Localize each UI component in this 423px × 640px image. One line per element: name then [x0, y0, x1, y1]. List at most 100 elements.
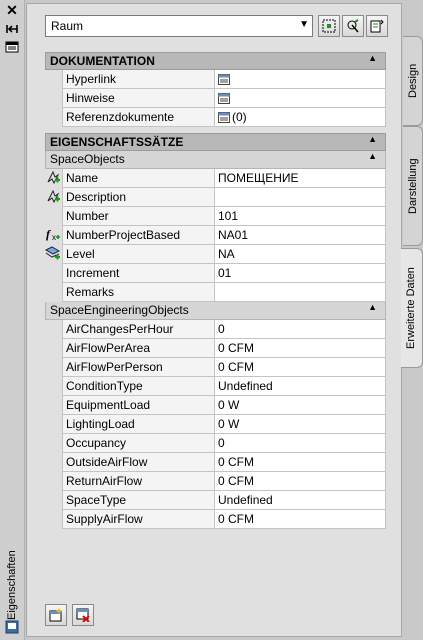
subcategory-spaceengineeringobjects[interactable]: SpaceEngineeringObjects ▲: [45, 302, 386, 320]
property-row[interactable]: SupplyAirFlow 0 CFM: [45, 510, 386, 529]
property-row[interactable]: Level NA: [44, 245, 386, 264]
property-name: SupplyAirFlow: [62, 510, 215, 529]
toolbar: Raum ▼: [45, 15, 391, 39]
property-value[interactable]: Undefined: [215, 491, 386, 510]
property-row[interactable]: fx NumberProjectBased NA01: [45, 226, 386, 245]
palette-title-bar: ✕ Eigenschaften: [0, 0, 25, 640]
property-row[interactable]: AirFlowPerPerson 0 CFM: [45, 358, 386, 377]
tab-darstellung[interactable]: Darstellung: [403, 126, 423, 246]
reference-count: (0): [232, 110, 247, 124]
category-dokumentation[interactable]: DOKUMENTATION ▲: [45, 52, 386, 70]
property-value[interactable]: 0 CFM: [215, 472, 386, 491]
property-name: Number: [62, 207, 215, 226]
property-name: AirFlowPerArea: [62, 339, 215, 358]
select-objects-button[interactable]: [318, 15, 340, 37]
tab-label: Design: [407, 63, 419, 99]
auto-hide-icon[interactable]: [5, 22, 19, 36]
property-value[interactable]: 0 CFM: [215, 339, 386, 358]
property-row[interactable]: Referenzdokumente (0): [45, 108, 386, 127]
property-name: Increment: [62, 264, 215, 283]
property-row[interactable]: AirFlowPerArea 0 CFM: [45, 339, 386, 358]
property-value[interactable]: 0: [215, 434, 386, 453]
chevron-down-icon: ▼: [299, 19, 309, 30]
object-type-value: Raum: [51, 19, 84, 33]
tab-label: Erweiterte Daten: [405, 267, 417, 349]
property-value[interactable]: 01: [215, 264, 386, 283]
notes-icon: [218, 93, 230, 104]
category-title: DOKUMENTATION: [50, 54, 155, 68]
property-row[interactable]: ReturnAirFlow 0 CFM: [45, 472, 386, 491]
close-icon[interactable]: ✕: [5, 3, 19, 17]
property-row[interactable]: Increment 01: [45, 264, 386, 283]
property-name: Description: [62, 188, 215, 207]
property-name: Remarks: [62, 283, 215, 302]
properties-panel: Raum ▼ DOKUMENTATION ▲ Hyperlink Hinweis…: [26, 3, 402, 637]
properties-menu-icon[interactable]: [5, 40, 19, 54]
toggle-pickadd-button[interactable]: [366, 15, 388, 37]
palette-icon: [5, 620, 19, 634]
collapse-icon[interactable]: ▲: [368, 53, 377, 63]
property-name: ConditionType: [62, 377, 215, 396]
palette-title: Eigenschaften: [6, 550, 18, 620]
property-name: AirFlowPerPerson: [62, 358, 215, 377]
property-name: Occupancy: [62, 434, 215, 453]
property-row[interactable]: ConditionType Undefined: [45, 377, 386, 396]
property-row[interactable]: SpaceType Undefined: [45, 491, 386, 510]
quick-select-icon: [347, 19, 359, 33]
property-row[interactable]: Remarks: [45, 283, 386, 302]
property-row[interactable]: Number 101: [45, 207, 386, 226]
property-row[interactable]: Description: [45, 188, 386, 207]
toggle-pickadd-icon: [370, 19, 384, 33]
collapse-icon[interactable]: ▲: [368, 302, 377, 312]
property-value[interactable]: 0 CFM: [215, 358, 386, 377]
property-row[interactable]: Hinweise: [45, 89, 386, 108]
property-row[interactable]: Name ПОМЕЩЕНИЕ: [45, 169, 386, 188]
auto-property-icon: [45, 169, 62, 188]
collapse-icon[interactable]: ▲: [368, 151, 377, 161]
property-row[interactable]: AirChangesPerHour 0: [45, 320, 386, 339]
property-value[interactable]: 0 W: [215, 396, 386, 415]
property-row[interactable]: OutsideAirFlow 0 CFM: [45, 453, 386, 472]
tab-design[interactable]: Design: [403, 36, 423, 126]
property-name: LightingLoad: [62, 415, 215, 434]
property-value[interactable]: [215, 89, 386, 108]
quick-select-button[interactable]: [342, 15, 364, 37]
property-value[interactable]: 0 W: [215, 415, 386, 434]
property-value[interactable]: Undefined: [215, 377, 386, 396]
property-name: Hinweise: [62, 89, 215, 108]
property-name: NumberProjectBased: [62, 226, 215, 245]
collapse-icon[interactable]: ▲: [368, 134, 377, 144]
select-objects-icon: [322, 19, 336, 33]
property-row[interactable]: EquipmentLoad 0 W: [45, 396, 386, 415]
property-value[interactable]: 0 CFM: [215, 510, 386, 529]
property-value[interactable]: ПОМЕЩЕНИЕ: [215, 169, 386, 188]
property-value[interactable]: 0 CFM: [215, 453, 386, 472]
subcategory-spaceobjects[interactable]: SpaceObjects ▲: [45, 151, 386, 169]
property-grid: DOKUMENTATION ▲ Hyperlink Hinweise Refer…: [44, 52, 386, 529]
hyperlink-icon: [218, 74, 230, 85]
property-row[interactable]: Hyperlink: [45, 70, 386, 89]
category-title: EIGENSCHAFTSSÄTZE: [50, 135, 184, 149]
add-property-sets-button[interactable]: [45, 604, 67, 626]
property-value[interactable]: NA: [215, 245, 386, 264]
remove-property-sets-icon: [76, 608, 91, 622]
property-value[interactable]: 0: [215, 320, 386, 339]
property-value[interactable]: [215, 188, 386, 207]
subcategory-title: SpaceEngineeringObjects: [50, 303, 189, 317]
property-value[interactable]: 101: [215, 207, 386, 226]
property-row[interactable]: Occupancy 0: [45, 434, 386, 453]
object-type-dropdown[interactable]: Raum ▼: [45, 15, 313, 37]
property-value[interactable]: [215, 283, 386, 302]
property-value[interactable]: [215, 70, 386, 89]
property-row[interactable]: LightingLoad 0 W: [45, 415, 386, 434]
formula-icon: fx: [45, 226, 62, 245]
category-eigenschaftssaetze[interactable]: EIGENSCHAFTSSÄTZE ▲: [45, 133, 386, 151]
property-name: Hyperlink: [62, 70, 215, 89]
property-name: Level: [62, 245, 215, 264]
remove-property-sets-button[interactable]: [72, 604, 95, 626]
property-value[interactable]: NA01: [215, 226, 386, 245]
tab-erweiterte-daten[interactable]: Erweiterte Daten: [401, 248, 423, 368]
add-property-sets-icon: [49, 608, 62, 622]
property-value[interactable]: (0): [215, 108, 386, 127]
tab-label: Darstellung: [407, 158, 419, 214]
